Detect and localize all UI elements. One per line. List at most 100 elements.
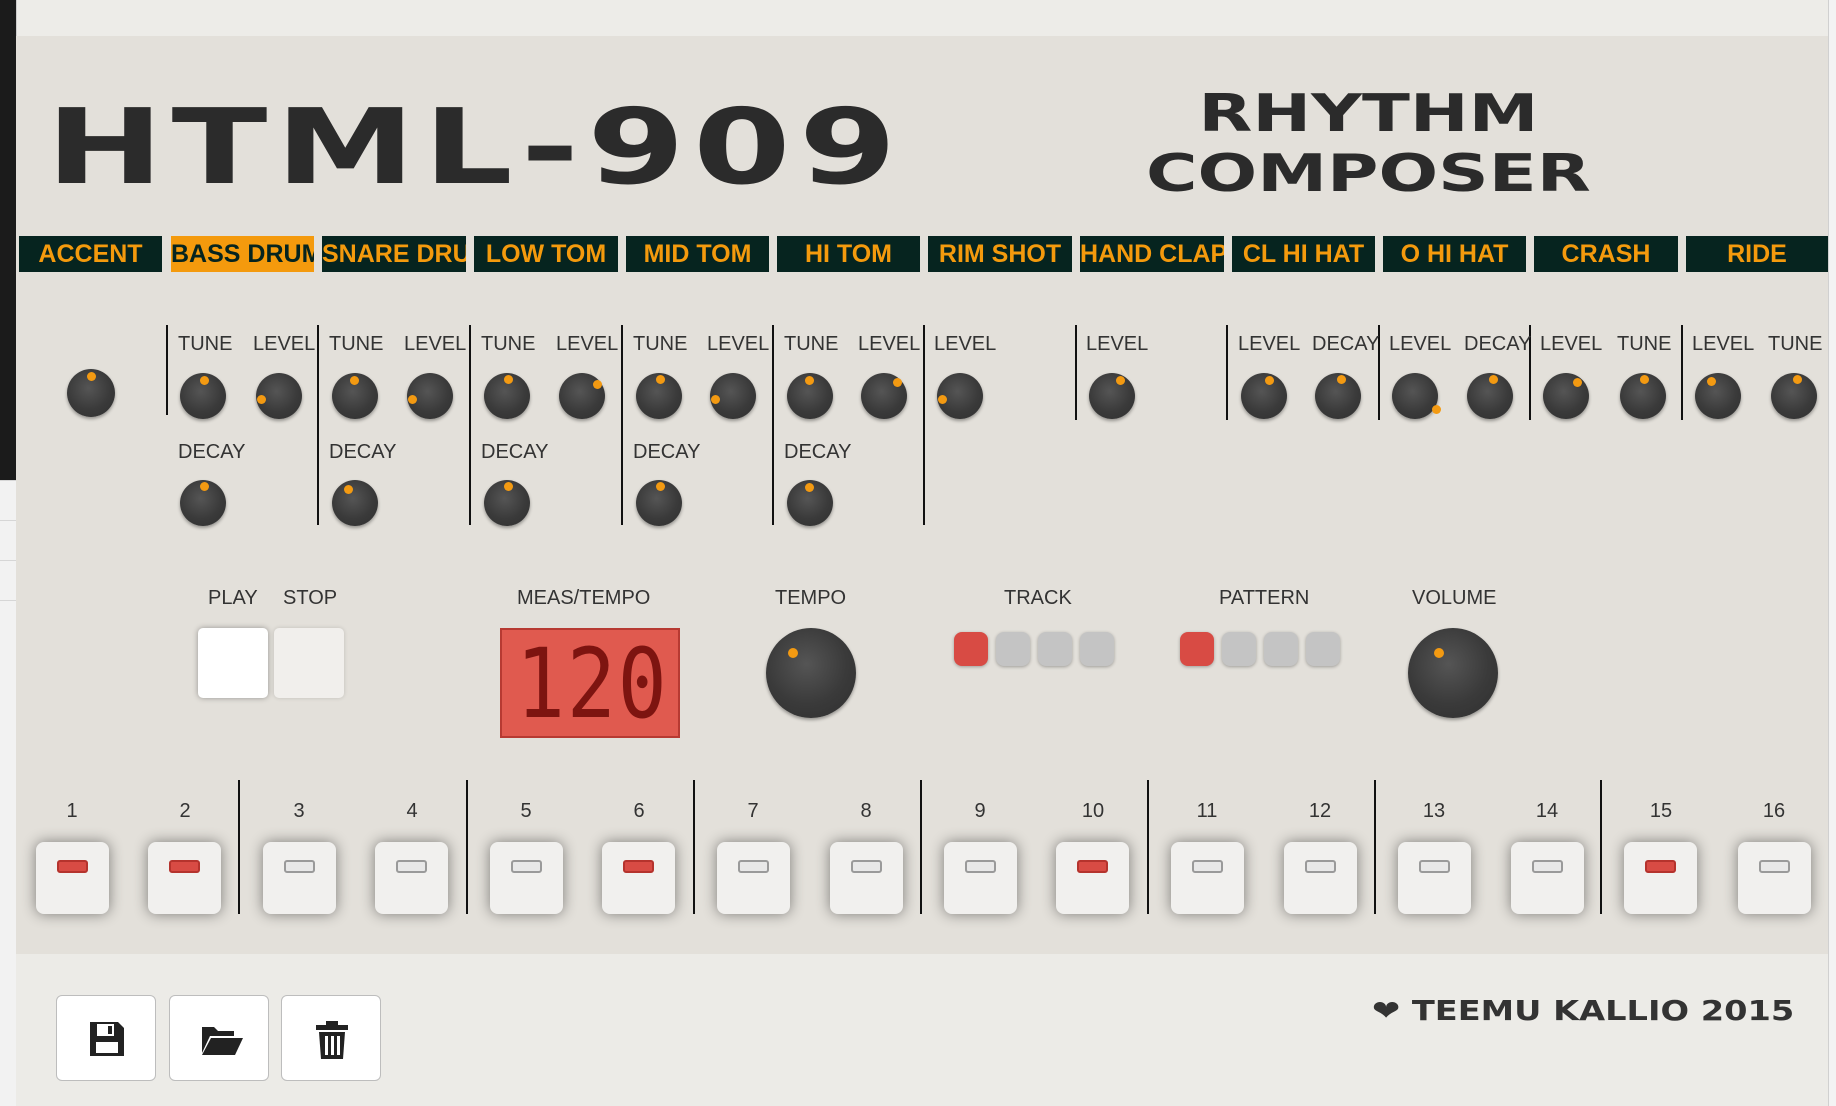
delete-button[interactable] <box>281 995 381 1081</box>
tab-low-tom[interactable]: LOW TOM <box>474 236 618 272</box>
mid-tom-decay-knob[interactable] <box>636 480 682 526</box>
mid-tom-level-label: LEVEL <box>707 333 770 355</box>
hi-tom-tune-knob[interactable] <box>787 373 833 419</box>
snare-level-knob[interactable] <box>407 373 453 419</box>
low-tom-decay-knob[interactable] <box>484 480 530 526</box>
step-indicator <box>1077 860 1108 873</box>
volume-knob[interactable] <box>1408 628 1498 718</box>
tab-crash[interactable]: CRASH <box>1534 236 1678 272</box>
step-label-7: 7 <box>747 800 759 822</box>
pattern-button-3[interactable] <box>1264 632 1298 666</box>
hi-tom-decay-knob[interactable] <box>787 480 833 526</box>
tab-ride[interactable]: RIDE <box>1686 236 1828 272</box>
mid-tom-tune-knob[interactable] <box>636 373 682 419</box>
tab-o-hi-hat[interactable]: O HI HAT <box>1383 236 1526 272</box>
crash-level-knob[interactable] <box>1543 373 1589 419</box>
step-indicator <box>396 860 427 873</box>
step-indicator <box>623 860 654 873</box>
bass-drum-level-knob[interactable] <box>256 373 302 419</box>
step-button-10[interactable] <box>1056 842 1129 914</box>
tab-mid-tom[interactable]: MID TOM <box>626 236 769 272</box>
step-indicator <box>57 860 88 873</box>
o-hi-hat-level-knob[interactable] <box>1392 373 1441 419</box>
tab-cl-hi-hat[interactable]: CL HI HAT <box>1232 236 1375 272</box>
step-divider <box>238 780 240 914</box>
bass-drum-decay-knob[interactable] <box>180 480 226 526</box>
bass-drum-decay-label: DECAY <box>178 441 246 463</box>
tab-rim-shot[interactable]: RIM SHOT <box>928 236 1072 272</box>
divider <box>166 325 168 415</box>
step-button-6[interactable] <box>602 842 675 914</box>
snare-tune-knob[interactable] <box>332 373 378 419</box>
divider <box>923 325 925 525</box>
rim-shot-level-knob[interactable] <box>937 373 983 419</box>
hand-clap-level-knob[interactable] <box>1089 373 1135 419</box>
step-label-15: 15 <box>1649 800 1673 822</box>
crash-tune-knob[interactable] <box>1620 373 1666 419</box>
o-hi-hat-decay-label: DECAY <box>1464 333 1532 355</box>
low-tom-decay-label: DECAY <box>481 441 549 463</box>
step-button-3[interactable] <box>263 842 336 914</box>
step-divider <box>693 780 695 914</box>
step-button-2[interactable] <box>148 842 221 914</box>
hi-tom-tune-label: TUNE <box>784 333 839 355</box>
step-button-11[interactable] <box>1171 842 1244 914</box>
step-button-5[interactable] <box>490 842 563 914</box>
open-button[interactable] <box>169 995 269 1081</box>
step-button-8[interactable] <box>830 842 903 914</box>
pattern-button-2[interactable] <box>1222 632 1256 666</box>
step-button-7[interactable] <box>717 842 790 914</box>
tab-snare-drum[interactable]: SNARE DRUM <box>322 236 466 272</box>
step-label-10: 10 <box>1081 800 1105 822</box>
step-button-14[interactable] <box>1511 842 1584 914</box>
track-button-1[interactable] <box>954 632 988 666</box>
tab-hand-clap[interactable]: HAND CLAP <box>1080 236 1224 272</box>
pattern-button-1[interactable] <box>1180 632 1214 666</box>
cl-hi-hat-decay-knob[interactable] <box>1315 373 1361 419</box>
folder-open-icon <box>202 1027 243 1055</box>
track-button-2[interactable] <box>996 632 1030 666</box>
stop-button[interactable] <box>274 628 344 698</box>
bass-drum-tune-knob[interactable] <box>180 373 226 419</box>
track-button-3[interactable] <box>1038 632 1072 666</box>
save-button[interactable] <box>56 995 156 1081</box>
cl-hi-hat-level-knob[interactable] <box>1241 373 1287 419</box>
step-divider <box>920 780 922 914</box>
window-top-bar <box>16 0 1828 36</box>
divider <box>317 325 319 525</box>
low-tom-level-knob[interactable] <box>559 373 605 419</box>
divider <box>772 325 774 525</box>
tab-accent[interactable]: ACCENT <box>19 236 162 272</box>
step-button-12[interactable] <box>1284 842 1357 914</box>
step-button-1[interactable] <box>36 842 109 914</box>
tab-bass-drum[interactable]: BASS DRUM <box>171 236 314 272</box>
step-button-9[interactable] <box>944 842 1017 914</box>
play-label: PLAY <box>208 587 258 609</box>
step-button-4[interactable] <box>375 842 448 914</box>
step-button-13[interactable] <box>1398 842 1471 914</box>
save-icon <box>90 1022 124 1056</box>
scrollbar-edge <box>1828 0 1836 1106</box>
volume-label: VOLUME <box>1412 587 1497 609</box>
tab-hi-tom[interactable]: HI TOM <box>777 236 920 272</box>
mid-tom-level-knob[interactable] <box>710 373 756 419</box>
snare-decay-label: DECAY <box>329 441 397 463</box>
accent-knob[interactable] <box>67 369 115 417</box>
low-tom-tune-knob[interactable] <box>484 373 530 419</box>
tempo-knob[interactable] <box>766 628 856 718</box>
ride-tune-knob[interactable] <box>1771 373 1817 419</box>
divider <box>1226 325 1228 420</box>
step-button-16[interactable] <box>1738 842 1811 914</box>
o-hi-hat-decay-knob[interactable] <box>1467 373 1513 419</box>
snare-decay-knob[interactable] <box>332 480 378 526</box>
ride-level-knob[interactable] <box>1695 373 1741 419</box>
track-button-4[interactable] <box>1080 632 1114 666</box>
pattern-button-4[interactable] <box>1306 632 1340 666</box>
hi-tom-level-knob[interactable] <box>861 373 907 419</box>
step-indicator <box>851 860 882 873</box>
step-label-12: 12 <box>1308 800 1332 822</box>
play-button[interactable] <box>198 628 268 698</box>
o-hi-hat-level-label: LEVEL <box>1389 333 1452 355</box>
hi-tom-decay-label: DECAY <box>784 441 852 463</box>
step-button-15[interactable] <box>1624 842 1697 914</box>
